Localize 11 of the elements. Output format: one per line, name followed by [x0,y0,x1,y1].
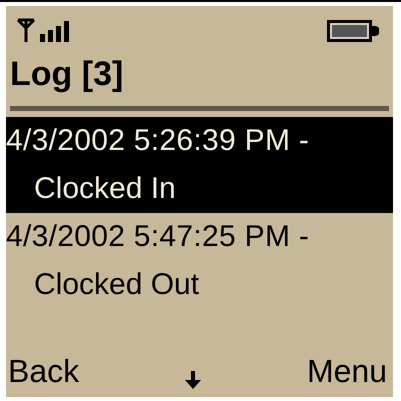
log-entry[interactable]: 4/3/2002 5:26:39 PM - Clocked In [6,117,393,213]
down-arrow-icon [185,371,202,389]
battery-icon [327,20,379,42]
back-softkey[interactable]: Back [8,353,80,389]
entry-event: Clocked Out [33,267,200,303]
menu-softkey[interactable]: Menu [306,353,387,389]
entry-event: Clocked In [33,171,177,207]
entry-timestamp: 4/3/2002 5:26:39 PM - [6,123,310,159]
entry-timestamp: 4/3/2002 5:47:25 PM - [6,219,310,255]
log-entry[interactable]: 4/3/2002 5:47:25 PM - Clocked Out [6,213,393,309]
screen-title: Log [3] [9,54,124,95]
